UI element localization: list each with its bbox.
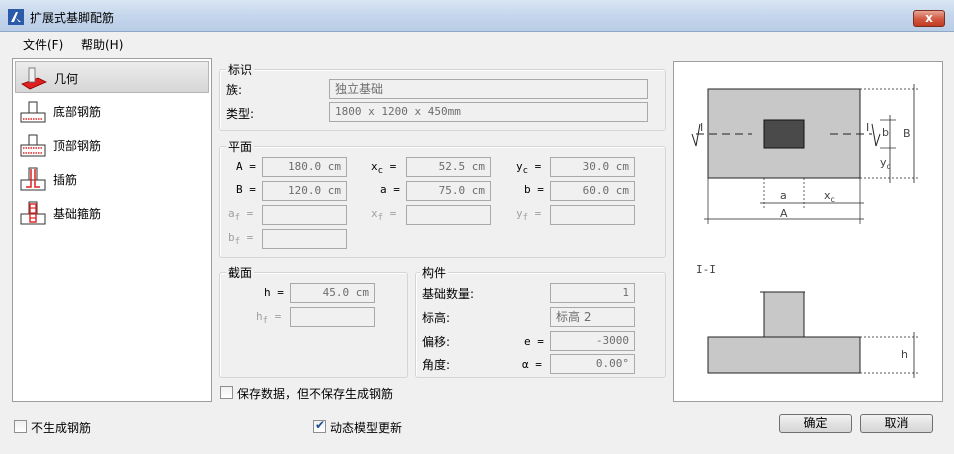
offset-field[interactable]: -3000 [550,331,635,351]
nav-item-geometry[interactable]: 几何 [15,61,209,93]
identification-title: 标识 [226,61,255,78]
section-marker-right: I [866,121,869,134]
af-field[interactable] [262,205,347,225]
h-field[interactable]: 45.0 cm [290,283,375,303]
title-bar: 扩展式基脚配筋 x [0,0,954,32]
close-button[interactable]: x [913,10,945,27]
top-rebar-icon [20,134,46,157]
a-label: a = [380,183,400,196]
geometry-icon [21,67,47,90]
dim-B: B [903,127,911,140]
offset-label: 偏移: [422,335,451,349]
dim-h: h [901,348,908,361]
dim-xc: xc [824,189,835,204]
dynamic-update-checkbox[interactable]: ✔ [313,418,326,433]
nav-label: 底部钢筋 [53,105,102,119]
a-field[interactable]: 75.0 cm [406,181,491,201]
nav-item-stirrup[interactable]: 基础箍筋 [15,197,209,229]
xc-label: xc = [371,160,397,177]
family-field[interactable]: 独立基础 [329,79,648,99]
nav-item-top-rebar[interactable]: 顶部钢筋 [15,129,209,161]
hf-field[interactable] [290,307,375,327]
offset-symbol: e = [524,335,544,348]
checkmark-icon: ✔ [314,418,326,432]
type-field[interactable]: 1800 x 1200 x 450mm [329,102,648,122]
section-title: 截面 [226,264,255,281]
elevation-field[interactable]: 标高 2 [550,307,635,327]
b-label: b = [524,183,544,196]
menu-help[interactable]: 帮助(H) [79,36,125,53]
hf-label: hf = [256,310,282,327]
count-field[interactable]: 1 [550,283,635,303]
bf-field[interactable] [262,229,347,249]
app-icon [8,9,24,25]
close-icon: x [925,11,933,25]
column-section-rect [763,291,805,339]
column-plan-rect [763,119,805,149]
af-label: af = [228,207,254,224]
elevation-label: 标高: [422,311,451,325]
nav-label: 顶部钢筋 [53,139,102,153]
h-label: h = [264,286,284,299]
type-label: 类型: [226,107,255,121]
component-title: 构件 [420,264,449,281]
category-list: 几何 底部钢筋 顶部钢筋 插筋 基础箍筋 [12,58,212,402]
footing-section-rect [707,336,861,374]
A-label: A = [236,160,256,173]
save-data-label: 保存数据，但不保存生成钢筋 [237,387,394,401]
section-title: I-I [696,263,716,276]
menu-file[interactable]: 文件(F) [21,36,65,53]
nav-item-dowel[interactable]: 插筋 [15,163,209,195]
angle-label: 角度: [422,358,451,372]
window-title: 扩展式基脚配筋 [30,11,115,25]
dim-yc: yc [880,156,891,171]
b-field[interactable]: 60.0 cm [550,181,635,201]
bf-label: bf = [228,231,254,248]
dynamic-update-label: 动态模型更新 [330,421,403,435]
dowel-icon [20,167,46,191]
B-label: B = [236,183,256,196]
cancel-button[interactable]: 取消 [860,414,933,433]
A-field[interactable]: 180.0 cm [262,157,347,177]
footing-diagram: I I B b yc a xc A I-I h [691,84,918,378]
preview-panel: I I B b yc a xc A I-I h [673,61,943,402]
dim-a: a [780,189,787,202]
yf-label: yf = [516,207,542,224]
ok-button[interactable]: 确定 [779,414,852,433]
dim-b: b [882,126,889,139]
yc-label: yc = [516,160,542,177]
B-field[interactable]: 120.0 cm [262,181,347,201]
angle-field[interactable]: 0.00° [550,354,635,374]
plan-title: 平面 [226,138,255,155]
nav-label: 几何 [54,72,79,86]
section-marker-left: I [700,121,703,134]
angle-symbol: α = [522,358,542,371]
no-rebar-label: 不生成钢筋 [31,421,92,435]
xc-field[interactable]: 52.5 cm [406,157,491,177]
bottom-rebar-icon [20,101,46,123]
stirrup-icon [20,201,46,225]
no-rebar-checkbox[interactable] [14,420,27,433]
yf-field[interactable] [550,205,635,225]
dim-A: A [780,207,788,220]
save-data-checkbox[interactable] [220,386,233,399]
xf-label: xf = [371,207,397,224]
nav-label: 基础箍筋 [53,207,102,221]
family-label: 族: [226,83,243,97]
nav-item-bottom-rebar[interactable]: 底部钢筋 [15,95,209,127]
yc-field[interactable]: 30.0 cm [550,157,635,177]
nav-label: 插筋 [53,173,78,187]
xf-field[interactable] [406,205,491,225]
count-label: 基础数量: [422,287,475,301]
